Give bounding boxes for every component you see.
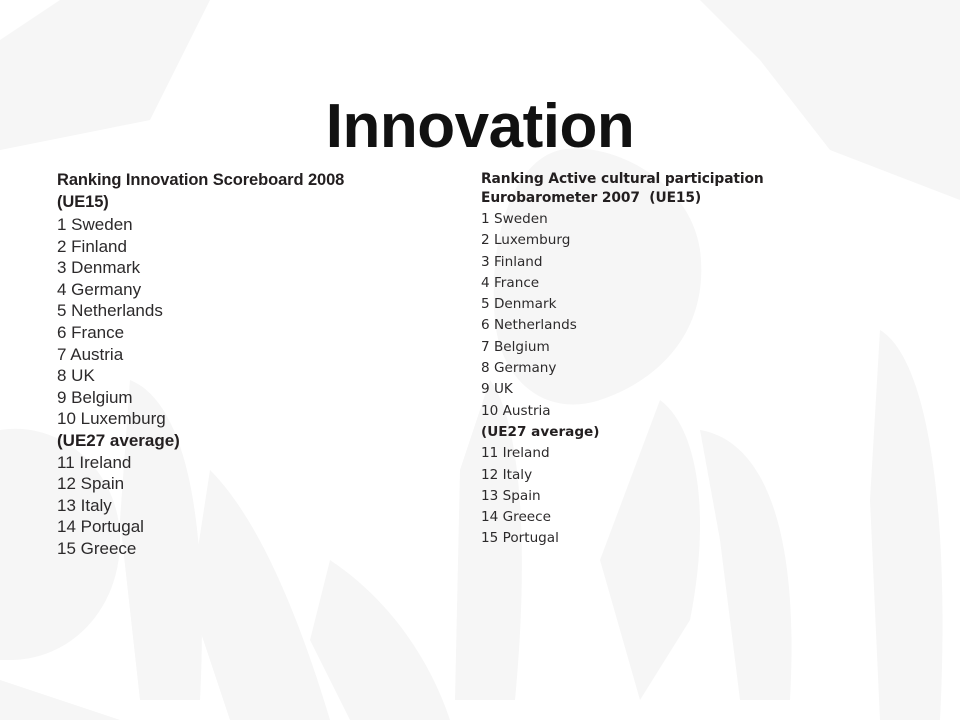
ranking-innovation-scoreboard-column: Ranking Innovation Scoreboard 2008 (UE15… (57, 170, 387, 560)
list-item: 3 Denmark (57, 258, 141, 278)
left-heading-line-1: Ranking Innovation Scoreboard 2008 (57, 171, 345, 189)
list-item: 4 Germany (57, 279, 142, 299)
left-heading-line-2: (UE15) (57, 192, 109, 211)
list-item: 5 Netherlands (57, 301, 163, 321)
page-title: Innovation (325, 91, 635, 161)
right-heading-line-2: Eurobarometer 2007 (UE15) (481, 189, 702, 206)
ranking-average-row: (UE27 average) (481, 423, 600, 440)
list-item: 6 France (57, 322, 125, 342)
list-item: 8 Germany (481, 360, 557, 377)
ranking-average-row: (UE27 average) (57, 430, 180, 450)
list-item: 15 Greece (57, 538, 137, 558)
left-ranking-list: 1 Sweden 2 Finland 3 Denmark 4 Germany 5 Net… (57, 214, 387, 560)
list-item: 1 Sweden (57, 215, 133, 234)
list-item: 13 Italy (57, 495, 112, 515)
slide-canvas: Innovation Ranking Innovation Scoreboard… (0, 0, 960, 720)
right-heading-line-1: Ranking Active cultural participation (481, 171, 764, 187)
list-item: 3 Finland (481, 253, 543, 270)
list-item: 8 UK (57, 366, 95, 386)
list-item: 2 Luxemburg (481, 232, 571, 249)
right-column-heading: Ranking Active cultural participation Eu… (481, 170, 811, 207)
right-ranking-list: 1 Sweden 2 Luxemburg 3 Finland 4 France 5 De… (481, 209, 811, 550)
list-item: 7 Austria (57, 344, 124, 364)
list-item: 10 Austria (481, 402, 551, 419)
list-item: 14 Portugal (57, 517, 144, 537)
left-column-heading: Ranking Innovation Scoreboard 2008 (UE15… (57, 170, 387, 213)
list-item: 7 Belgium (481, 338, 550, 355)
list-item: 12 Italy (481, 466, 533, 483)
list-item: 15 Portugal (481, 530, 559, 547)
list-item: 12 Spain (57, 474, 125, 494)
ranking-active-cultural-participation-column: Ranking Active cultural participation Eu… (481, 170, 811, 550)
list-item: 13 Spain (481, 487, 541, 504)
list-item: 4 France (481, 274, 540, 291)
list-item: 11 Ireland (481, 445, 550, 462)
list-item: 1 Sweden (481, 211, 548, 227)
list-item: 14 Greece (481, 509, 552, 526)
list-item: 5 Denmark (481, 296, 557, 313)
list-item: 10 Luxemburg (57, 409, 166, 429)
list-item: 9 Belgium (57, 387, 133, 407)
list-item: 11 Ireland (57, 452, 132, 472)
list-item: 2 Finland (57, 236, 127, 256)
list-item: 6 Netherlands (481, 317, 577, 334)
list-item: 9 UK (481, 381, 513, 398)
